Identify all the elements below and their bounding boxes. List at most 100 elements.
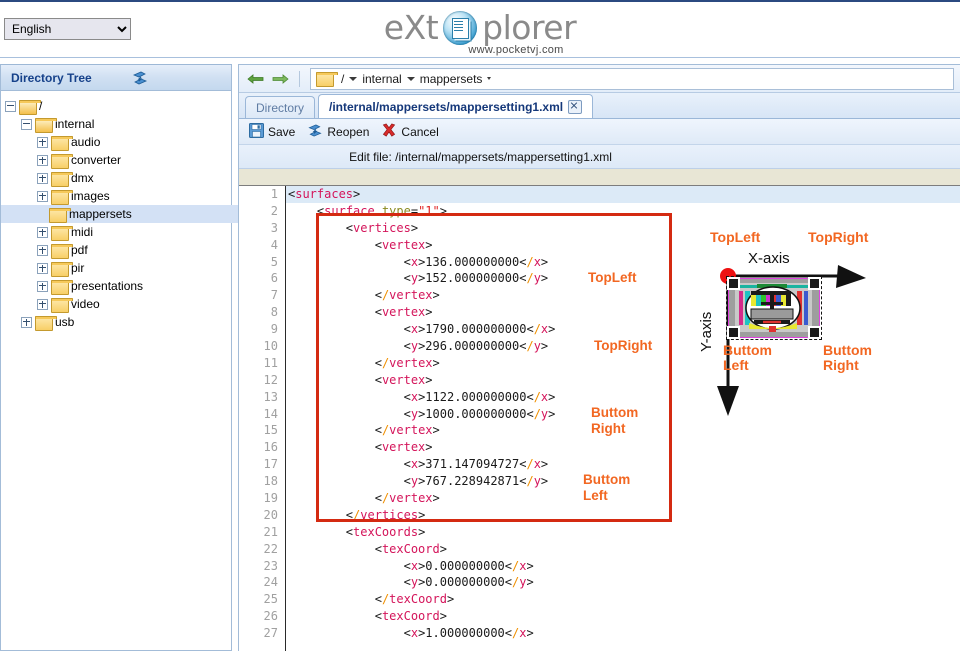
code-line[interactable]: <x>0.000000000</x> <box>286 558 960 575</box>
tree-item-mappersets[interactable]: mappersets <box>1 205 266 223</box>
arrow-left-icon[interactable] <box>247 72 265 86</box>
extplorer-app: English eXt plorer www.pocketvj.com Dire… <box>0 0 960 651</box>
chevron-down-icon[interactable] <box>406 76 415 81</box>
editor-top-strip <box>239 169 960 186</box>
tab-directory[interactable]: Directory <box>245 96 316 118</box>
tree-item-converter[interactable]: converter <box>5 151 231 169</box>
corner-handle-bottom-left[interactable] <box>727 326 740 339</box>
tree-item-dmx[interactable]: dmx <box>5 169 231 187</box>
corner-handle-top-left[interactable] <box>727 277 740 290</box>
site-logo: eXt plorer www.pocketvj.com <box>0 7 960 57</box>
cancel-icon <box>381 123 397 141</box>
save-button[interactable]: Save <box>249 122 295 141</box>
expand-icon[interactable] <box>37 190 48 202</box>
code-line[interactable]: <vertex> <box>286 439 960 456</box>
breadcrumb-segment-root[interactable]: / <box>341 72 344 86</box>
expand-icon[interactable] <box>21 316 32 328</box>
tree-item-usb[interactable]: usb <box>5 313 231 331</box>
folder-icon <box>51 225 73 241</box>
folder-icon <box>51 279 73 295</box>
code-line[interactable]: <texCoord> <box>286 608 960 625</box>
expand-icon[interactable] <box>37 298 48 310</box>
expand-icon[interactable] <box>37 154 48 166</box>
code-line[interactable]: <x>371.147094727</x> <box>286 456 960 473</box>
corner-handle-top-right[interactable] <box>808 277 821 290</box>
line-number: 3 <box>270 220 278 235</box>
tree-item-label: dmx <box>71 171 94 185</box>
line-number-gutter: 1 2 3 4 5 6 7 8 9 10 11 12 13 14 15 16 17 18 19 20 21 22 23 24 2… <box>239 186 286 651</box>
line-number: 13 <box>263 389 278 404</box>
code-line[interactable]: <x>1.000000000</x> <box>286 625 960 642</box>
reopen-label: Reopen <box>327 124 370 139</box>
editor-file-title: Edit file: /internal/mappersets/mapperse… <box>239 145 960 169</box>
code-annotation: Buttom Left <box>583 472 631 503</box>
x-axis-label: X-axis <box>748 250 790 267</box>
code-line[interactable]: <surfaces> <box>286 186 960 203</box>
folder-icon <box>316 72 338 87</box>
corner-handle-bottom-right[interactable] <box>808 326 821 339</box>
code-line[interactable]: <surface type="1"> <box>286 203 960 220</box>
folder-icon <box>51 153 73 169</box>
tree-item-pdf[interactable]: pdf <box>5 241 231 259</box>
editor-file-title-text: Edit file: /internal/mappersets/mapperse… <box>349 149 612 164</box>
code-line[interactable]: </texCoord> <box>286 591 960 608</box>
directory-tree-panel: Directory Tree / internal audio converter dm… <box>0 64 266 651</box>
line-number: 21 <box>263 524 278 539</box>
expand-icon[interactable] <box>37 262 48 274</box>
tree-item-label: midi <box>71 225 94 239</box>
tree-item-label: usb <box>55 315 75 329</box>
line-number: 22 <box>263 541 278 556</box>
arrow-right-icon[interactable] <box>271 72 289 86</box>
tree-item-[interactable]: / <box>5 97 231 115</box>
tree-item-audio[interactable]: audio <box>5 133 231 151</box>
panel-title: Directory Tree <box>11 70 92 85</box>
tab-file-editor[interactable]: /internal/mappersets/mappersetting1.xml <box>318 94 594 118</box>
tree-item-label: audio <box>71 135 101 149</box>
close-icon[interactable] <box>568 99 583 114</box>
folder-icon <box>49 207 71 223</box>
code-line[interactable]: <texCoords> <box>286 524 960 541</box>
expand-icon[interactable] <box>37 172 48 184</box>
tree-item-midi[interactable]: midi <box>5 223 231 241</box>
toolbar-divider <box>299 70 300 87</box>
tree-item-video[interactable]: video <box>5 295 231 313</box>
tree-item-images[interactable]: images <box>5 187 231 205</box>
tree-item-label: pir <box>71 261 85 275</box>
directory-tree: / internal audio converter dmx images mapperse… <box>1 91 266 331</box>
breadcrumb-segment-mappersets[interactable]: mappersets <box>420 72 483 86</box>
expand-icon[interactable] <box>37 226 48 238</box>
expand-icon[interactable] <box>37 280 48 292</box>
collapse-icon[interactable] <box>21 118 32 130</box>
expand-icon[interactable] <box>37 244 48 256</box>
diagram-label-top-left: TopLeft <box>710 229 761 245</box>
code-line[interactable]: <texCoord> <box>286 541 960 558</box>
line-number: 18 <box>263 474 278 489</box>
line-number: 6 <box>270 271 278 286</box>
diagram-label-bottom-right: Buttom Right <box>823 342 872 373</box>
line-number: 9 <box>270 322 278 337</box>
folder-open-icon <box>35 117 57 133</box>
breadcrumb-segment-internal[interactable]: internal <box>362 72 401 86</box>
breadcrumb[interactable]: / internal mappersets <box>310 67 954 90</box>
code-line[interactable]: </vertices> <box>286 507 960 524</box>
tree-item-internal[interactable]: internal <box>5 115 231 133</box>
expand-icon[interactable] <box>37 136 48 148</box>
save-icon <box>249 122 264 141</box>
tab-bar: Directory /internal/mappersets/mapperset… <box>239 93 960 119</box>
collapse-icon[interactable] <box>5 100 16 112</box>
tree-item-presentations[interactable]: presentations <box>5 277 231 295</box>
line-number: 16 <box>263 440 278 455</box>
line-number: 8 <box>270 305 278 320</box>
code-line[interactable]: <y>0.000000000</y> <box>286 574 960 591</box>
chevron-down-icon[interactable] <box>349 76 358 81</box>
logo-text-pre: eXt <box>383 8 439 47</box>
logo-subtitle: www.pocketvj.com <box>468 44 564 56</box>
cancel-button[interactable]: Cancel <box>381 123 439 141</box>
tree-item-pir[interactable]: pir <box>5 259 231 277</box>
line-number: 27 <box>263 626 278 641</box>
chevron-down-icon[interactable] <box>487 77 492 80</box>
tree-item-label: internal <box>55 117 95 131</box>
folder-icon <box>35 315 57 331</box>
refresh-icon[interactable] <box>132 70 148 86</box>
reopen-button[interactable]: Reopen <box>307 123 369 141</box>
